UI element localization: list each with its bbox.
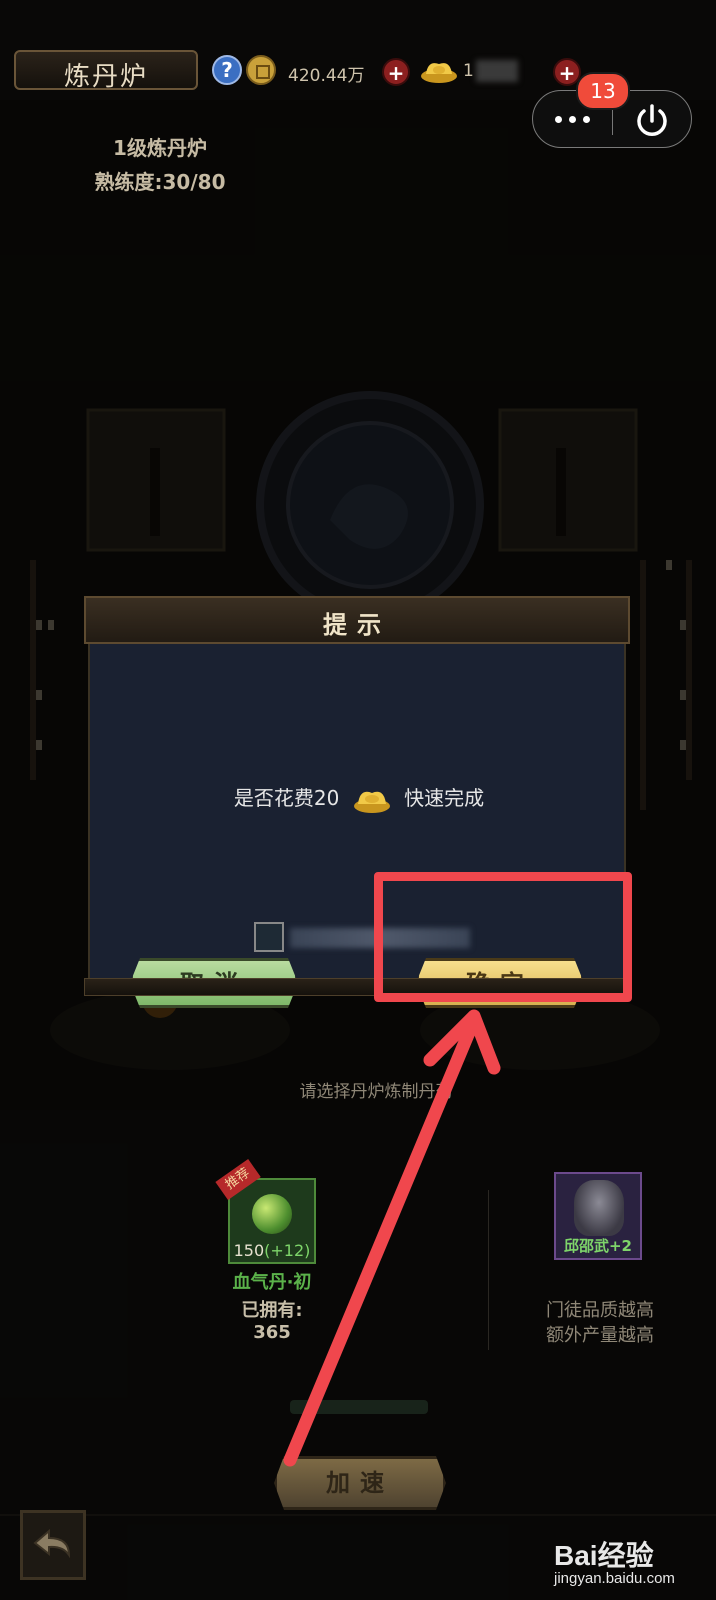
notification-badge: 13 [576, 72, 630, 110]
pill-count: 150(+12) [233, 1241, 311, 1260]
coin-amount: 420.44万 [288, 66, 365, 86]
gold-ingot-icon [421, 63, 457, 83]
pill-icon [252, 1194, 292, 1234]
speedup-button[interactable]: 加速 [274, 1456, 446, 1510]
quality-hint-line2: 额外产量越高 [546, 1325, 654, 1346]
disciple-card[interactable]: 邱邵武+2 [554, 1172, 642, 1260]
furnace-proficiency: 熟练度:30/80 [94, 170, 226, 194]
prompt-text-after: 快速完成 [404, 786, 485, 810]
watermark-brand: Bai经验 [554, 1540, 654, 1571]
baidu-watermark: Bai经验 jingyan.baidu.com [548, 1530, 708, 1594]
annotation-highlight-box [374, 872, 632, 1002]
watermark-url: jingyan.baidu.com [554, 1570, 675, 1587]
dialog-title: 提示 [323, 611, 391, 639]
redacted-amount [476, 60, 518, 82]
progress-bar [290, 1400, 428, 1414]
ingot-amount: 1 [463, 61, 474, 81]
dialog-header: 提示 [84, 596, 630, 644]
owned-label: 已拥有: [241, 1300, 303, 1321]
coin-icon [246, 55, 276, 85]
disciple-name: 邱邵武+2 [563, 1237, 632, 1255]
vertical-divider [488, 1190, 489, 1350]
furnace-level: 1级炼丹炉 [113, 136, 207, 160]
dont-remind-checkbox[interactable] [254, 922, 284, 952]
select-furnace-prompt: 请选择丹炉炼制丹药 [299, 1082, 453, 1102]
title-plate: 炼丹炉 [14, 50, 198, 92]
dialog-prompt: 是否花费20 快速完成 [90, 782, 628, 815]
disciple-avatar [574, 1180, 624, 1236]
back-button[interactable] [20, 1510, 86, 1580]
back-arrow-icon [33, 1528, 71, 1559]
page-title: 炼丹炉 [63, 62, 148, 92]
add-coin-button[interactable]: + [382, 58, 410, 86]
prompt-text-before: 是否花费20 [233, 786, 340, 810]
pill-name: 血气丹·初 [232, 1272, 312, 1293]
pill-item-card[interactable]: 150(+12) [228, 1178, 316, 1264]
quality-hint-line1: 门徒品质越高 [546, 1300, 654, 1321]
owned-count: 365 [253, 1322, 291, 1343]
help-icon[interactable]: ? [212, 55, 242, 85]
pill-bonus: (+12) [264, 1241, 311, 1260]
gold-ingot-icon [353, 791, 390, 813]
